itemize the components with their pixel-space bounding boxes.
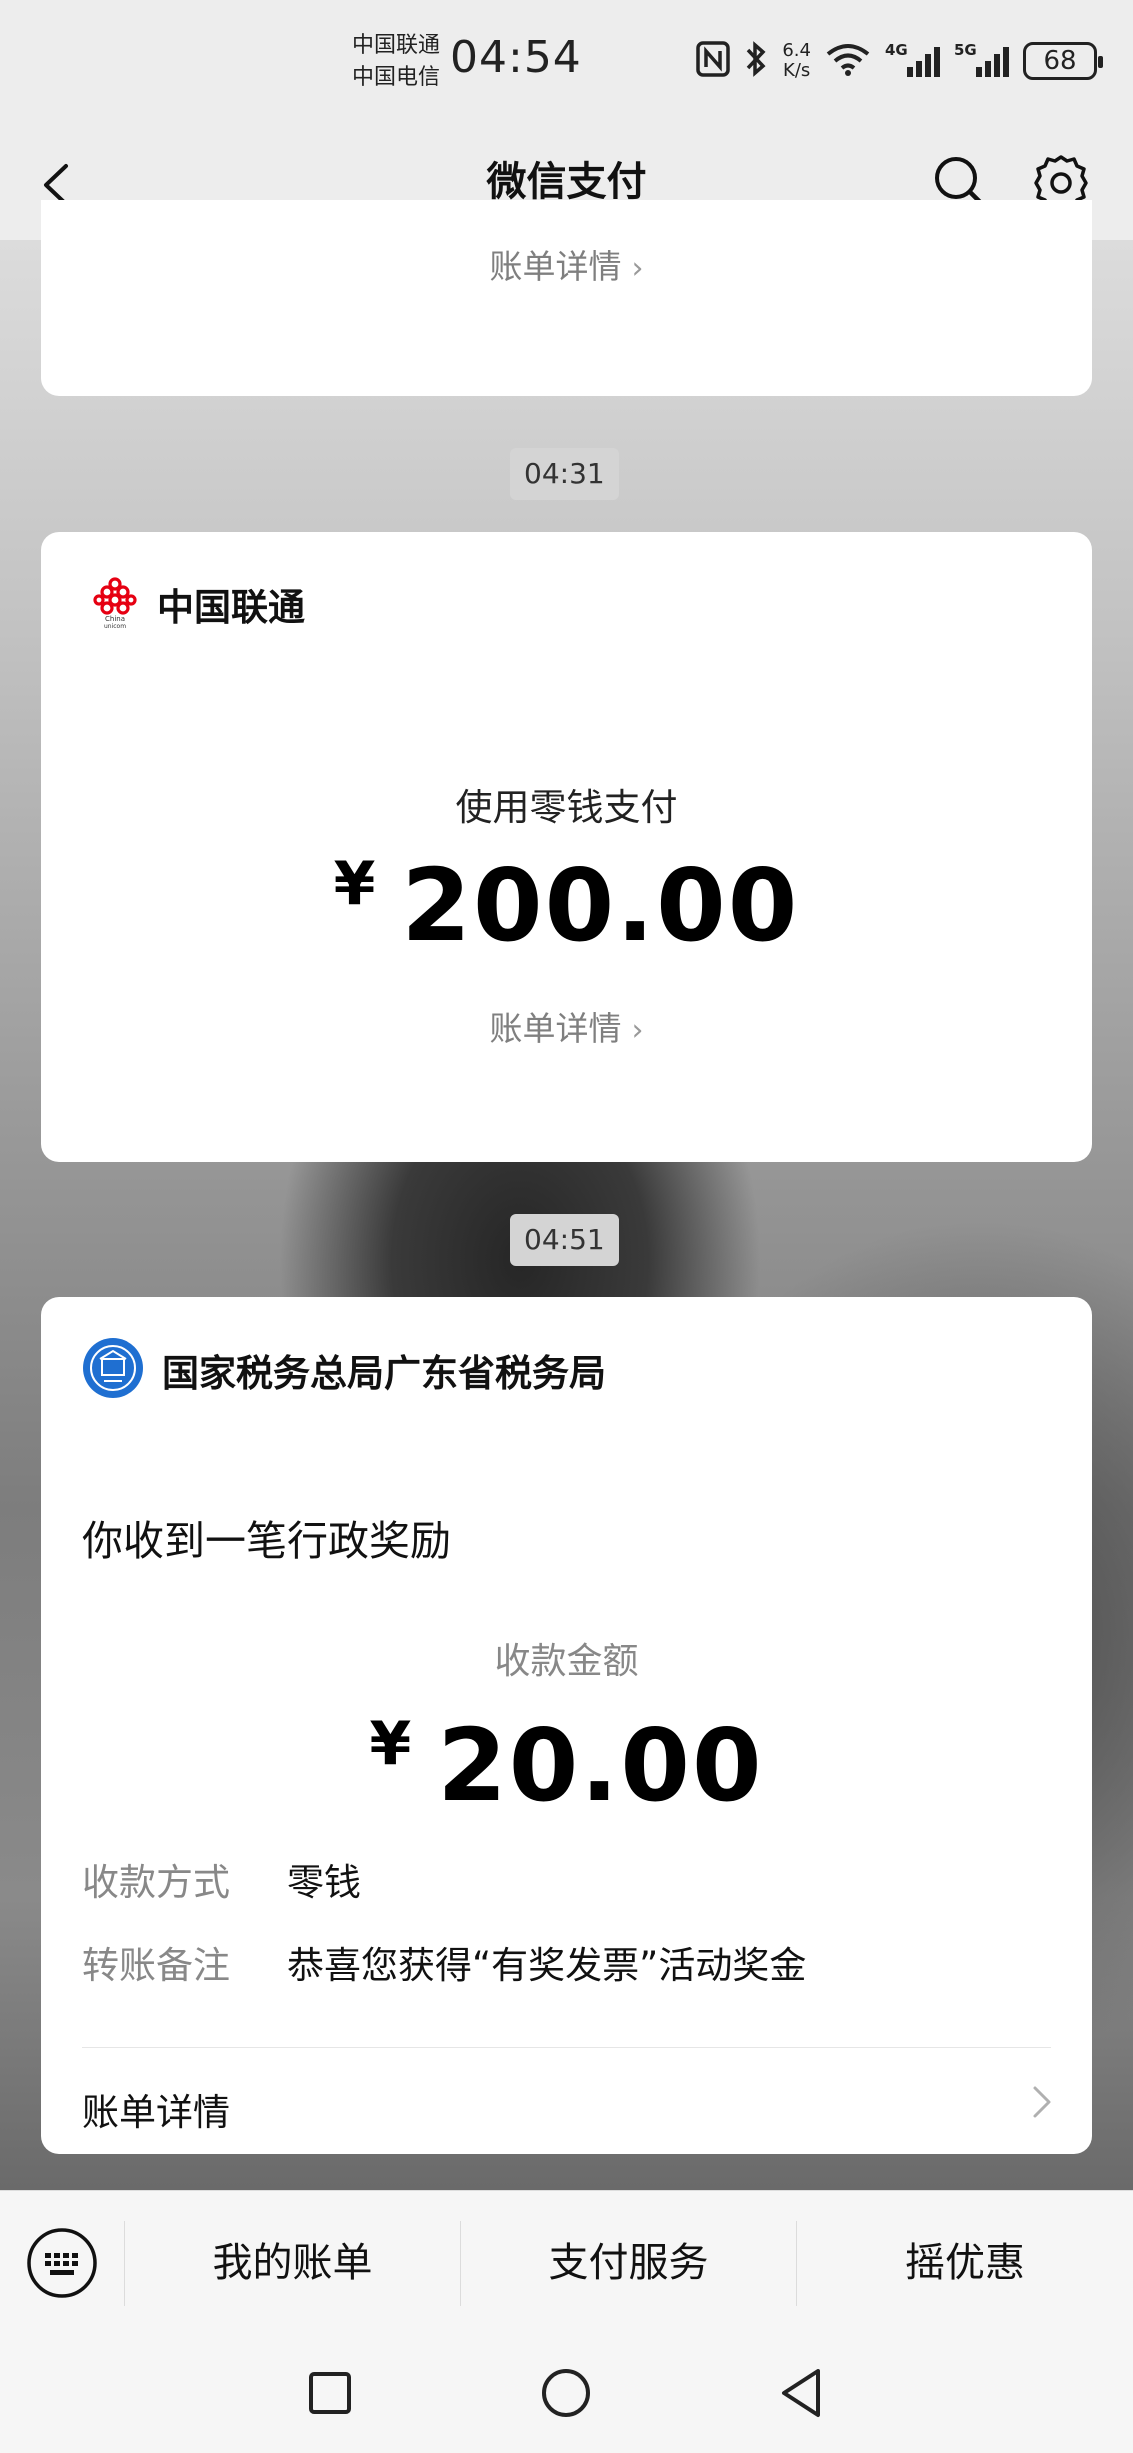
chevron-right-icon[interactable] <box>1030 2082 1054 2122</box>
payment-amount: ¥200.00 <box>333 847 800 964</box>
system-navigation-bar <box>0 2335 1133 2453</box>
bluetooth-icon <box>744 40 768 83</box>
bottom-menu: 我的账单 支付服务 摇优惠 <box>0 2190 1133 2335</box>
payment-card-unicom[interactable]: China unicom 中国联通 使用零钱支付 ¥200.00 账单详情 › <box>41 532 1092 1162</box>
transfer-note-row: 转账备注 恭喜您获得“有奖发票”活动奖金 <box>82 1935 806 1989</box>
system-icons: 6.4 K/s 4G 5G 68 <box>696 38 1103 84</box>
nfc-icon <box>696 40 731 82</box>
merchant-header: 国家税务总局广东省税务局 <box>82 1337 606 1403</box>
svg-text:China: China <box>105 615 125 623</box>
signal-icon-1: 4G <box>885 41 940 77</box>
unicom-logo-icon: China unicom <box>91 574 139 634</box>
signal-icon-2: 5G <box>954 41 1009 77</box>
carrier-1: 中国联通 <box>352 33 441 58</box>
home-icon[interactable] <box>536 2363 596 2423</box>
divider <box>82 2047 1051 2048</box>
message-timestamp: 04:31 <box>510 448 619 500</box>
payment-card-tax-bureau[interactable]: 国家税务总局广东省税务局 你收到一笔行政奖励 收款金额 ¥20.00 收款方式 … <box>41 1297 1092 2154</box>
currency-symbol: ¥ <box>333 849 378 919</box>
payment-method: 使用零钱支付 <box>455 786 678 829</box>
back-triangle-icon[interactable] <box>772 2363 832 2423</box>
bill-detail-link[interactable]: 账单详情 <box>82 2082 230 2136</box>
bill-detail-link[interactable]: 账单详情 › <box>41 1002 1092 1050</box>
tax-bureau-logo-icon <box>82 1337 144 1403</box>
keyboard-icon[interactable] <box>26 2227 98 2299</box>
status-bar: 中国联通 中国电信 04:54 6.4 K/s 4G 5G 68 <box>0 0 1133 130</box>
battery-icon: 68 <box>1023 42 1103 80</box>
bill-detail-link[interactable]: 账单详情 › <box>41 240 1092 288</box>
currency-symbol: ¥ <box>369 1709 414 1779</box>
received-amount: ¥20.00 <box>369 1707 764 1824</box>
network-speed: 6.4 K/s <box>782 40 811 81</box>
svg-text:unicom: unicom <box>104 623 126 630</box>
field-label: 转账备注 <box>82 1944 230 1987</box>
merchant-name: 国家税务总局广东省税务局 <box>162 1352 606 1395</box>
receive-method-row: 收款方式 零钱 <box>82 1852 361 1906</box>
carrier-names: 中国联通 中国电信 <box>352 30 440 94</box>
chevron-right-icon: › <box>631 1013 644 1048</box>
payment-card-previous: 账单详情 › <box>41 200 1092 396</box>
menu-shake-offers[interactable]: 摇优惠 <box>797 2191 1133 2336</box>
menu-my-bills[interactable]: 我的账单 <box>125 2191 460 2336</box>
field-value: 零钱 <box>287 1861 361 1904</box>
merchant-header: China unicom 中国联通 <box>91 574 305 634</box>
field-label: 收款方式 <box>82 1861 230 1904</box>
menu-payment-services[interactable]: 支付服务 <box>461 2191 796 2336</box>
chevron-right-icon: › <box>631 251 644 286</box>
status-time: 04:54 <box>450 32 582 83</box>
wifi-icon <box>825 42 871 81</box>
message-timestamp: 04:51 <box>510 1214 619 1266</box>
merchant-name: 中国联通 <box>157 586 305 629</box>
recent-apps-icon[interactable] <box>300 2363 360 2423</box>
notice-headline: 你收到一笔行政奖励 <box>82 1517 451 1565</box>
field-value: 恭喜您获得“有奖发票”活动奖金 <box>287 1944 807 1987</box>
carrier-2: 中国电信 <box>352 65 441 90</box>
amount-label: 收款金额 <box>494 1641 639 1682</box>
